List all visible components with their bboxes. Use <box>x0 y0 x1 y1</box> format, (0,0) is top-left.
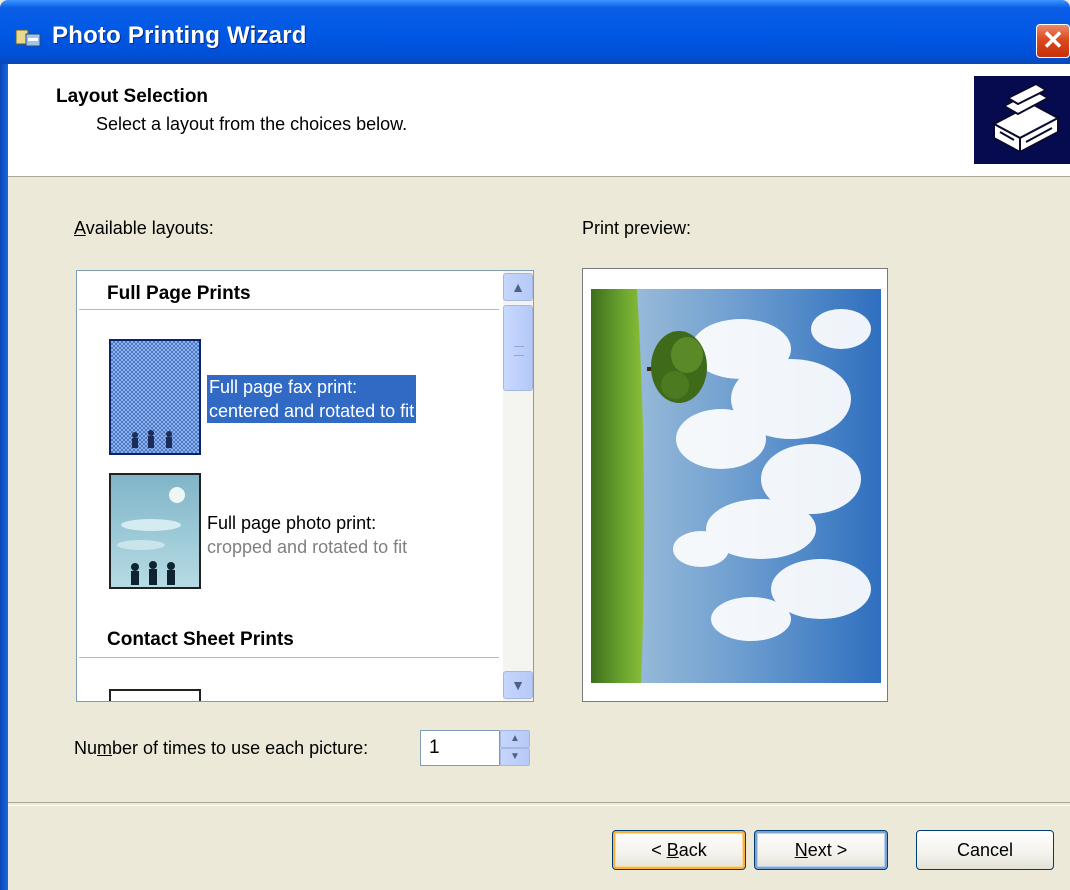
print-preview-label: Print preview: <box>582 218 692 238</box>
photo-printing-wizard-window: Photo Printing Wizard ✕ Layout Selection… <box>0 0 1070 890</box>
fax-print-thumbnail <box>111 341 199 453</box>
landscape-preview-image <box>591 289 881 683</box>
footer-separator <box>8 802 1070 806</box>
group-full-page-prints: Full Page Prints <box>107 283 251 304</box>
close-button[interactable]: ✕ <box>1036 24 1070 58</box>
scroll-down-button[interactable]: ▼ <box>503 671 533 699</box>
group-divider <box>79 309 499 310</box>
next-button[interactable]: Next > <box>754 830 888 870</box>
preview-image <box>591 289 881 683</box>
fax-print-line1: Full page fax print: <box>209 377 358 397</box>
available-layouts-accel: A <box>74 218 86 238</box>
copies-stepper[interactable]: ▲ ▼ <box>500 730 530 766</box>
group-contact-sheet-prints: Contact Sheet Prints <box>107 629 294 650</box>
photo-print-line1: Full page photo print: <box>207 513 377 533</box>
stepper-up-button[interactable]: ▲ <box>500 730 530 748</box>
title-bar[interactable]: Photo Printing Wizard ✕ <box>0 0 1070 64</box>
copies-label-pre: Nu <box>74 738 98 758</box>
printer-icon <box>974 76 1070 164</box>
print-preview-pane <box>582 268 888 702</box>
copies-label-rest: ber of times to use each picture: <box>112 738 369 758</box>
layouts-listbox[interactable]: Full Page Prints Full page fax print: ce… <box>76 270 534 702</box>
scroll-up-button[interactable]: ▲ <box>503 273 533 301</box>
layout-item-photo-print[interactable]: Full page photo print: cropped and rotat… <box>207 511 407 559</box>
chevron-down-icon: ▼ <box>510 751 520 762</box>
layout-thumb-photo[interactable] <box>109 473 201 589</box>
cancel-button[interactable]: Cancel <box>916 830 1054 870</box>
scroll-thumb[interactable] <box>503 305 533 391</box>
copies-stepper-input[interactable]: 1 <box>420 730 500 766</box>
window-title: Photo Printing Wizard <box>52 22 307 49</box>
close-icon: ✕ <box>1042 25 1064 55</box>
layout-item-fax-print[interactable]: Full page fax print: centered and rotate… <box>207 375 417 423</box>
chevron-down-icon: ▼ <box>511 677 525 693</box>
back-label-rest: ack <box>678 840 707 860</box>
available-layouts-label: Available layouts: <box>74 218 214 239</box>
scroll-grip-icon <box>514 346 524 356</box>
fax-print-line2: centered and rotated to fit <box>209 401 415 421</box>
stepper-down-button[interactable]: ▼ <box>500 748 530 766</box>
layouts-scrollbar[interactable]: ▲ ▼ <box>503 271 533 701</box>
photo-print-thumbnail <box>111 475 199 587</box>
wizard-header: Layout Selection Select a layout from th… <box>8 64 1070 177</box>
available-layouts-label-text: vailable layouts: <box>85 218 214 238</box>
layout-thumb-contact-sheet[interactable] <box>109 689 201 701</box>
wizard-app-icon <box>15 29 41 47</box>
copies-label: Number of times to use each picture: <box>74 738 368 759</box>
back-button[interactable]: < Back <box>612 830 746 870</box>
next-label-accel: N <box>794 840 808 860</box>
next-label-rest: ext > <box>807 840 848 860</box>
photo-print-line2: cropped and rotated to fit <box>207 537 408 557</box>
copies-label-accel: m <box>97 738 113 758</box>
page-subtitle: Select a layout from the choices below. <box>96 114 408 134</box>
chevron-up-icon: ▲ <box>511 279 525 295</box>
page-title: Layout Selection <box>56 86 209 107</box>
back-label-pre: < <box>651 840 667 860</box>
window-frame <box>0 64 8 890</box>
chevron-up-icon: ▲ <box>510 733 520 744</box>
back-label-accel: B <box>666 840 679 860</box>
group-divider <box>79 657 499 658</box>
layout-thumb-fax[interactable] <box>109 339 201 455</box>
